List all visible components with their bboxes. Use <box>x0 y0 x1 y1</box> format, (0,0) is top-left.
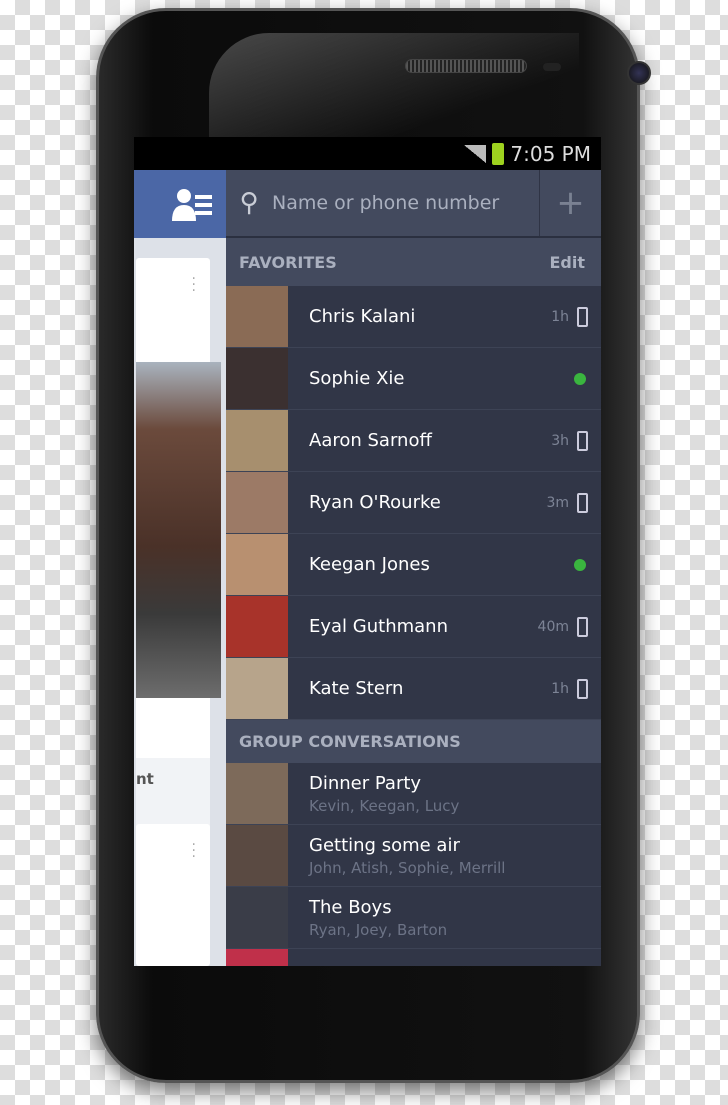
feed-photo[interactable] <box>136 362 221 698</box>
contact-row[interactable]: Sophie Xie <box>226 348 601 410</box>
more-options-icon[interactable]: · · · <box>192 838 196 864</box>
mobile-phone-icon <box>577 616 588 637</box>
battery-icon <box>492 142 505 165</box>
last-active: 3h <box>551 432 569 449</box>
avatar <box>226 348 288 409</box>
group-name: Dinner Party <box>309 772 422 794</box>
contacts-list-icon <box>172 189 212 221</box>
avatar <box>226 534 288 595</box>
status-bar: 7:05 PM <box>134 137 601 170</box>
search-bar: ⚲ Name or phone number + <box>226 170 601 238</box>
mobile-phone-icon <box>577 430 588 451</box>
last-active: 40m <box>537 618 569 635</box>
more-options-icon[interactable]: · · · <box>192 272 196 298</box>
glare <box>209 33 579 143</box>
group-avatar <box>226 825 288 886</box>
group-avatar <box>226 887 288 948</box>
last-active: 3m <box>546 494 569 511</box>
contact-name: Sophie Xie <box>309 368 405 389</box>
search-input[interactable]: Name or phone number <box>272 192 539 214</box>
screen: 7:05 PM · · · nt · · · ⚲ Name or phone numbe… <box>134 137 601 966</box>
contact-name: Keegan Jones <box>309 554 430 575</box>
front-camera <box>627 61 651 85</box>
mobile-phone-icon <box>577 678 588 699</box>
proximity-sensor <box>543 63 561 71</box>
contact-name: Kate Stern <box>309 678 404 699</box>
group-name: The Boys <box>309 896 392 918</box>
last-active: 1h <box>551 308 569 325</box>
chat-sidebar: ⚲ Name or phone number + FAVORITES Edit … <box>226 170 601 966</box>
group-avatar <box>226 763 288 824</box>
signal-icon <box>464 144 487 163</box>
mobile-phone-icon <box>577 306 588 327</box>
favorites-header: FAVORITES Edit <box>226 238 601 286</box>
avatar <box>226 949 288 966</box>
group-conversations-header: GROUP CONVERSATIONS <box>226 720 601 763</box>
edit-button[interactable]: Edit <box>549 253 585 272</box>
mobile-phone-icon <box>577 492 588 513</box>
online-indicator <box>574 558 586 571</box>
group-members: Ryan, Joey, Barton <box>309 920 448 939</box>
avatar <box>226 658 288 719</box>
contact-row[interactable]: Aaron Sarnoff 3h <box>226 410 601 472</box>
contact-name: Chris Kalani <box>309 306 416 327</box>
main-feed-panel[interactable]: · · · nt · · · <box>134 170 226 966</box>
group-name: Getting some air <box>309 834 460 856</box>
group-row[interactable]: The Boys Ryan, Joey, Barton <box>226 887 601 949</box>
contact-name: Ryan O'Rourke <box>309 492 441 513</box>
group-row[interactable]: Dinner Party Kevin, Keegan, Lucy <box>226 763 601 825</box>
section-title: FAVORITES <box>239 252 337 272</box>
avatar <box>226 472 288 533</box>
contact-row[interactable]: Keegan Jones <box>226 534 601 596</box>
contact-row[interactable]: Kate Stern 1h <box>226 658 601 720</box>
group-row[interactable]: Getting some air John, Atish, Sophie, Mer… <box>226 825 601 887</box>
list-item[interactable] <box>226 949 601 966</box>
section-title: GROUP CONVERSATIONS <box>239 732 461 751</box>
contact-name: Eyal Guthmann <box>309 616 448 637</box>
contact-row[interactable]: Ryan O'Rourke 3m <box>226 472 601 534</box>
plus-icon[interactable]: + <box>539 170 601 236</box>
search-icon: ⚲ <box>239 188 259 218</box>
avatar <box>226 596 288 657</box>
feed-card[interactable]: · · · <box>136 824 210 966</box>
online-indicator <box>574 372 586 385</box>
card-action[interactable]: nt <box>136 758 210 828</box>
contact-row[interactable]: Chris Kalani 1h <box>226 286 601 348</box>
clock: 7:05 PM <box>510 141 591 166</box>
group-members: John, Atish, Sophie, Merrill <box>309 858 506 877</box>
speaker-grille <box>405 59 527 73</box>
contact-row[interactable]: Eyal Guthmann 40m <box>226 596 601 658</box>
contact-name: Aaron Sarnoff <box>309 430 432 451</box>
last-active: 1h <box>551 680 569 697</box>
avatar <box>226 286 288 347</box>
contacts-button[interactable] <box>134 170 226 238</box>
group-members: Kevin, Keegan, Lucy <box>309 796 460 815</box>
avatar <box>226 410 288 471</box>
